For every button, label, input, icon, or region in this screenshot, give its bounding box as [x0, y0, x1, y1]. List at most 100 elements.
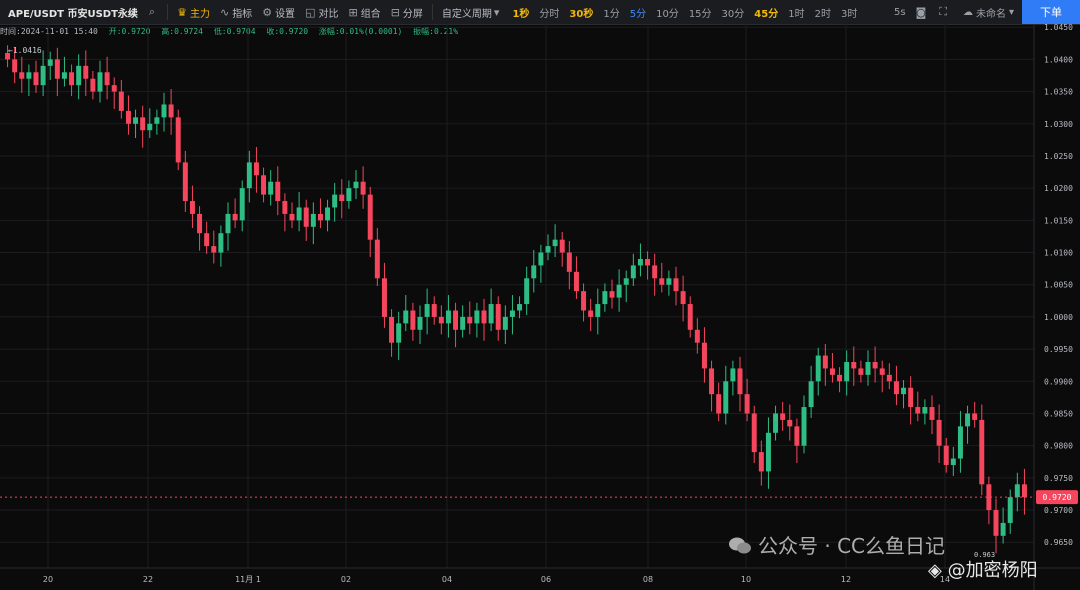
- candle-body: [197, 213, 203, 234]
- candle-body: [936, 419, 942, 446]
- candle-body: [716, 394, 722, 414]
- custom-period-button[interactable]: 自定义周期 ▾: [437, 0, 508, 24]
- candle-body: [737, 368, 743, 395]
- fullscreen-button[interactable]: ⛶: [934, 0, 955, 24]
- period-0[interactable]: 1秒: [507, 0, 534, 24]
- candle-body: [339, 194, 345, 202]
- settings-button[interactable]: ⚙ 设置: [257, 0, 300, 24]
- candle-body: [253, 162, 259, 176]
- y-tick-label: 1.0050: [1044, 281, 1073, 290]
- candle-body: [19, 72, 25, 79]
- candle-body: [744, 394, 750, 414]
- candle-body: [808, 381, 814, 408]
- candle-body: [239, 188, 245, 221]
- candle-body: [588, 310, 594, 317]
- x-tick-label: 04: [442, 575, 452, 584]
- candle-body: [780, 413, 786, 420]
- candle-body: [147, 123, 153, 131]
- candle-body: [460, 316, 466, 330]
- candle-body: [751, 413, 757, 453]
- candle-body: [666, 278, 672, 285]
- y-tick-label: 1.0100: [1044, 249, 1073, 258]
- period-5[interactable]: 10分: [651, 0, 684, 24]
- candle-body: [26, 72, 32, 79]
- candle-body: [858, 368, 864, 375]
- candle-body: [133, 117, 139, 124]
- period-4[interactable]: 5分: [625, 0, 651, 24]
- candle-body: [694, 329, 700, 343]
- period-7[interactable]: 30分: [717, 0, 750, 24]
- candle-body: [76, 65, 82, 86]
- y-tick-label: 0.9650: [1044, 538, 1073, 547]
- period-9[interactable]: 1时: [783, 0, 809, 24]
- candle-body: [758, 452, 764, 472]
- wechat-icon: [729, 537, 751, 554]
- search-button[interactable]: ⌕: [144, 0, 163, 24]
- compare-button[interactable]: ◱ 对比: [300, 0, 343, 24]
- camera-icon: ◙: [915, 5, 927, 19]
- symbol-selector[interactable]: APE/USDT 币安USDT永续: [0, 5, 144, 20]
- candle-body: [865, 361, 871, 375]
- candle-body: [915, 407, 921, 414]
- candle-body: [296, 207, 302, 221]
- period-2[interactable]: 30秒: [564, 0, 598, 24]
- candle-body: [723, 381, 729, 414]
- y-tick-label: 0.9750: [1044, 474, 1073, 483]
- chevron-down-icon: ▾: [493, 5, 500, 19]
- main-force-button[interactable]: ♛ 主力: [172, 0, 215, 24]
- candle-body: [630, 265, 636, 279]
- candle-body: [211, 246, 217, 253]
- chevron-down-icon: ▾: [1008, 6, 1014, 18]
- indicator-button[interactable]: ∿ 指标: [215, 0, 257, 24]
- candle-body: [901, 387, 907, 395]
- candle-body: [317, 213, 323, 221]
- interval-selector[interactable]: 5s: [889, 0, 911, 24]
- place-order-button[interactable]: 下单: [1022, 0, 1080, 24]
- combo-label: 组合: [360, 8, 381, 20]
- high-price-marker: ←1.0416: [8, 46, 42, 55]
- period-8[interactable]: 45分: [749, 0, 783, 24]
- candle-body: [289, 213, 295, 221]
- candle-body: [154, 117, 160, 124]
- period-list: 1秒 分时 30秒 1分 5分 10分 15分 30分 45分 1时 2时 3时: [507, 0, 862, 24]
- y-tick-label: 1.0300: [1044, 120, 1073, 129]
- candle-body: [175, 117, 181, 163]
- candle-body: [282, 201, 288, 214]
- period-10[interactable]: 2时: [810, 0, 836, 24]
- candle-body: [929, 407, 935, 420]
- candle-body: [438, 316, 444, 324]
- candle-body: [509, 310, 515, 317]
- candle-body: [389, 316, 395, 343]
- candlestick-chart[interactable]: 1.0450 1.0400 1.0350 1.0300 1.0250 1.0200 1.01…: [0, 24, 1080, 590]
- period-1[interactable]: 分时: [534, 0, 564, 24]
- candle-body: [189, 201, 195, 214]
- indicator-label: 指标: [232, 8, 253, 20]
- y-tick-label: 1.0150: [1044, 216, 1073, 225]
- trophy-icon: ♛: [177, 5, 187, 19]
- period-11[interactable]: 3时: [836, 0, 862, 24]
- candle-body: [1014, 484, 1020, 498]
- layout-selector[interactable]: ☁ 未命名 ▾: [955, 5, 1022, 20]
- screenshot-button[interactable]: ◙: [911, 0, 935, 24]
- period-3[interactable]: 1分: [598, 0, 624, 24]
- candle-body: [602, 291, 608, 305]
- watermark-text-1: 公众号 · CC么鱼日记: [758, 534, 946, 558]
- candle-body: [815, 355, 821, 382]
- candle-body: [453, 310, 459, 330]
- candle-body: [182, 162, 188, 202]
- combo-button[interactable]: ⊞ 组合: [343, 0, 385, 24]
- y-tick-label: 0.9900: [1044, 377, 1073, 386]
- candle-body: [922, 407, 928, 414]
- y-tick-label: 1.0200: [1044, 184, 1073, 193]
- candle-body: [886, 374, 892, 382]
- split-screen-button[interactable]: ⊟ 分屏: [386, 0, 428, 24]
- toolbar: APE/USDT 币安USDT永续 ⌕ ♛ 主力 ∿ 指标 ⚙ 设置 ◱ 对比 ⊞ 组合 …: [0, 0, 1080, 25]
- candle-body: [261, 175, 267, 195]
- period-6[interactable]: 15分: [684, 0, 717, 24]
- x-tick-label: 20: [43, 575, 53, 584]
- candle-body: [851, 361, 857, 369]
- candle-body: [246, 162, 252, 189]
- candle-body: [83, 65, 89, 79]
- candle-body: [765, 432, 771, 472]
- candle-body: [517, 304, 523, 311]
